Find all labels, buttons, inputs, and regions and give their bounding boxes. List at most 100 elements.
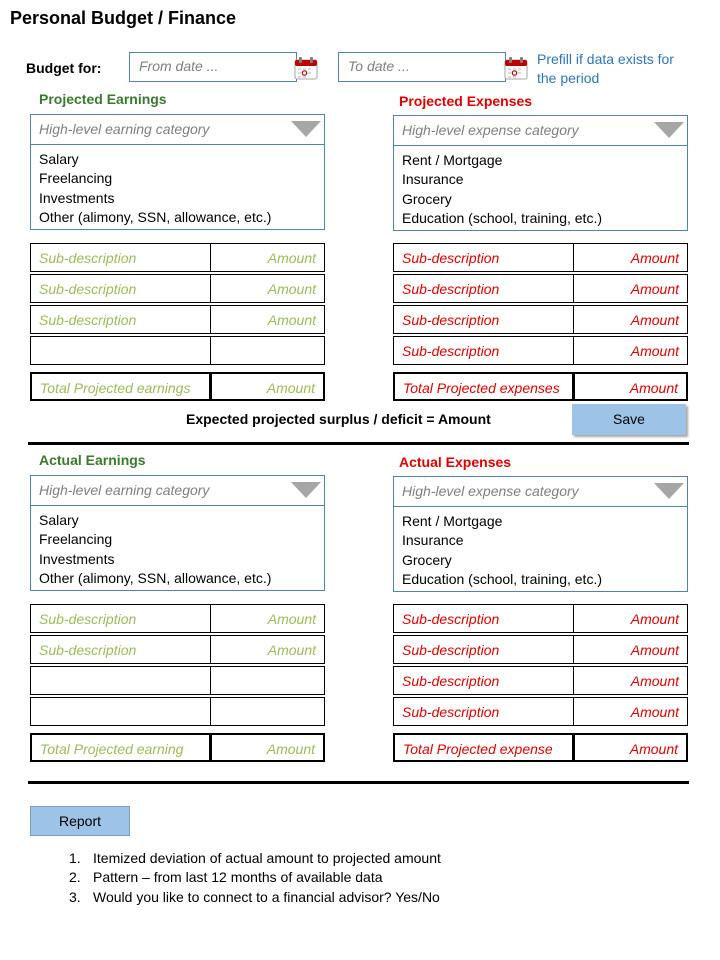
expense-row: Sub-description Amount: [393, 604, 688, 633]
list-item-number: 1.: [69, 850, 81, 866]
dropdown-placeholder: High-level expense category: [402, 122, 579, 138]
dropdown-option[interactable]: Insurance: [402, 170, 679, 189]
calendar-icon[interactable]: [294, 56, 318, 80]
total-label: Total Projected expense: [393, 733, 574, 762]
expense-row: Sub-description Amount: [393, 305, 688, 334]
dropdown-option[interactable]: Grocery: [402, 190, 679, 209]
amount-field[interactable]: Amount: [210, 243, 325, 272]
list-item-number: 2.: [69, 869, 81, 886]
earning-total-row: Total Projected earnings Amount: [30, 372, 325, 401]
dropdown-header[interactable]: High-level expense category: [394, 477, 687, 507]
projected-earnings-heading: Projected Earnings: [39, 91, 167, 107]
amount-field[interactable]: Amount: [573, 666, 688, 695]
amount-field[interactable]: Amount: [573, 274, 688, 303]
total-label: Total Projected earnings: [30, 372, 211, 401]
dropdown-option[interactable]: Freelancing: [39, 530, 316, 549]
expense-row: Sub-description Amount: [393, 635, 688, 664]
amount-field[interactable]: Amount: [573, 604, 688, 633]
actual-earning-category-dropdown[interactable]: High-level earning category Salary Freel…: [30, 475, 325, 591]
dropdown-option[interactable]: Rent / Mortgage: [402, 512, 679, 531]
projected-expense-category-dropdown[interactable]: High-level expense category Rent / Mortg…: [393, 115, 688, 231]
amount-field[interactable]: Amount: [573, 697, 688, 726]
sub-description-field[interactable]: Sub-description: [393, 243, 574, 272]
sub-description-field[interactable]: [30, 697, 211, 726]
dropdown-option[interactable]: Education (school, training, etc.): [402, 209, 679, 228]
earning-row: [30, 697, 325, 726]
sub-description-field[interactable]: Sub-description: [393, 305, 574, 334]
dropdown-option[interactable]: Grocery: [402, 551, 679, 570]
dropdown-option[interactable]: Education (school, training, etc.): [402, 570, 679, 589]
sub-description-field[interactable]: Sub-description: [393, 336, 574, 365]
dropdown-option[interactable]: Salary: [39, 150, 316, 169]
chevron-down-icon[interactable]: [291, 121, 321, 137]
amount-field[interactable]: Amount: [573, 635, 688, 664]
save-button[interactable]: Save: [572, 404, 686, 435]
sub-description-field[interactable]: Sub-description: [30, 274, 211, 303]
dropdown-option[interactable]: Investments: [39, 189, 316, 208]
list-item-text: Itemized deviation of actual amount to p…: [93, 850, 441, 866]
amount-field[interactable]: [210, 336, 325, 365]
sub-description-field[interactable]: Sub-description: [393, 666, 574, 695]
sub-description-field[interactable]: Sub-description: [30, 604, 211, 633]
amount-field[interactable]: Amount: [573, 305, 688, 334]
amount-field[interactable]: Amount: [210, 274, 325, 303]
sub-description-field[interactable]: Sub-description: [393, 635, 574, 664]
dropdown-option[interactable]: Freelancing: [39, 169, 316, 188]
total-amount: Amount: [210, 733, 325, 762]
total-amount: Amount: [573, 733, 688, 762]
amount-field[interactable]: Amount: [210, 635, 325, 664]
chevron-down-icon[interactable]: [654, 483, 684, 499]
dropdown-option[interactable]: Investments: [39, 550, 316, 569]
expense-row: Sub-description Amount: [393, 243, 688, 272]
chevron-down-icon[interactable]: [291, 482, 321, 498]
sub-description-field[interactable]: Sub-description: [393, 274, 574, 303]
expense-row: Sub-description Amount: [393, 336, 688, 365]
sub-description-field[interactable]: Sub-description: [393, 697, 574, 726]
report-items-list: 1. Itemized deviation of actual amount to…: [69, 849, 441, 907]
calendar-icon[interactable]: [504, 56, 528, 80]
report-button[interactable]: Report: [30, 806, 130, 836]
sub-description-field[interactable]: Sub-description: [30, 305, 211, 334]
dropdown-header[interactable]: High-level expense category: [394, 116, 687, 146]
sub-description-field[interactable]: Sub-description: [393, 604, 574, 633]
amount-field[interactable]: [210, 697, 325, 726]
amount-field[interactable]: Amount: [573, 336, 688, 365]
amount-field[interactable]: Amount: [210, 604, 325, 633]
dropdown-header[interactable]: High-level earning category: [31, 115, 324, 145]
list-item: 3. Would you like to connect to a financi…: [69, 888, 441, 907]
dropdown-placeholder: High-level earning category: [39, 121, 210, 137]
dropdown-option[interactable]: Other (alimony, SSN, allowance, etc.): [39, 208, 316, 227]
sub-description-field[interactable]: [30, 666, 211, 695]
sub-description-field[interactable]: Sub-description: [30, 243, 211, 272]
dropdown-option[interactable]: Insurance: [402, 531, 679, 550]
section-divider: [28, 442, 689, 445]
chevron-down-icon[interactable]: [654, 122, 684, 138]
projected-expenses-heading: Projected Expenses: [399, 93, 533, 109]
dropdown-option[interactable]: Rent / Mortgage: [402, 151, 679, 170]
to-date-field[interactable]: To date ...: [338, 52, 506, 82]
dropdown-option[interactable]: Salary: [39, 511, 316, 530]
sub-description-field[interactable]: Sub-description: [30, 635, 211, 664]
amount-field[interactable]: [210, 666, 325, 695]
expense-total-row: Total Projected expense Amount: [393, 733, 688, 762]
dropdown-placeholder: High-level expense category: [402, 483, 579, 499]
prefill-note-line: Prefill if data exists for: [537, 51, 674, 67]
amount-field[interactable]: Amount: [573, 243, 688, 272]
sub-description-field[interactable]: [30, 336, 211, 365]
page-title: Personal Budget / Finance: [10, 8, 237, 28]
actual-earnings-heading: Actual Earnings: [39, 452, 146, 468]
earning-row: Sub-description Amount: [30, 274, 325, 303]
budget-for-label: Budget for:: [26, 60, 102, 76]
actual-expense-category-dropdown[interactable]: High-level expense category Rent / Mortg…: [393, 476, 688, 592]
earning-row: Sub-description Amount: [30, 305, 325, 334]
earning-row: Sub-description Amount: [30, 604, 325, 633]
list-item-text: Would you like to connect to a financial…: [93, 888, 440, 905]
dropdown-header[interactable]: High-level earning category: [31, 476, 324, 506]
expense-row: Sub-description Amount: [393, 274, 688, 303]
dropdown-option[interactable]: Other (alimony, SSN, allowance, etc.): [39, 569, 316, 588]
from-date-field[interactable]: From date ...: [129, 52, 297, 82]
amount-field[interactable]: Amount: [210, 305, 325, 334]
projected-earning-category-dropdown[interactable]: High-level earning category Salary Freel…: [30, 114, 325, 230]
list-item-number: 3.: [69, 888, 81, 905]
earning-total-row: Total Projected earning Amount: [30, 733, 325, 762]
